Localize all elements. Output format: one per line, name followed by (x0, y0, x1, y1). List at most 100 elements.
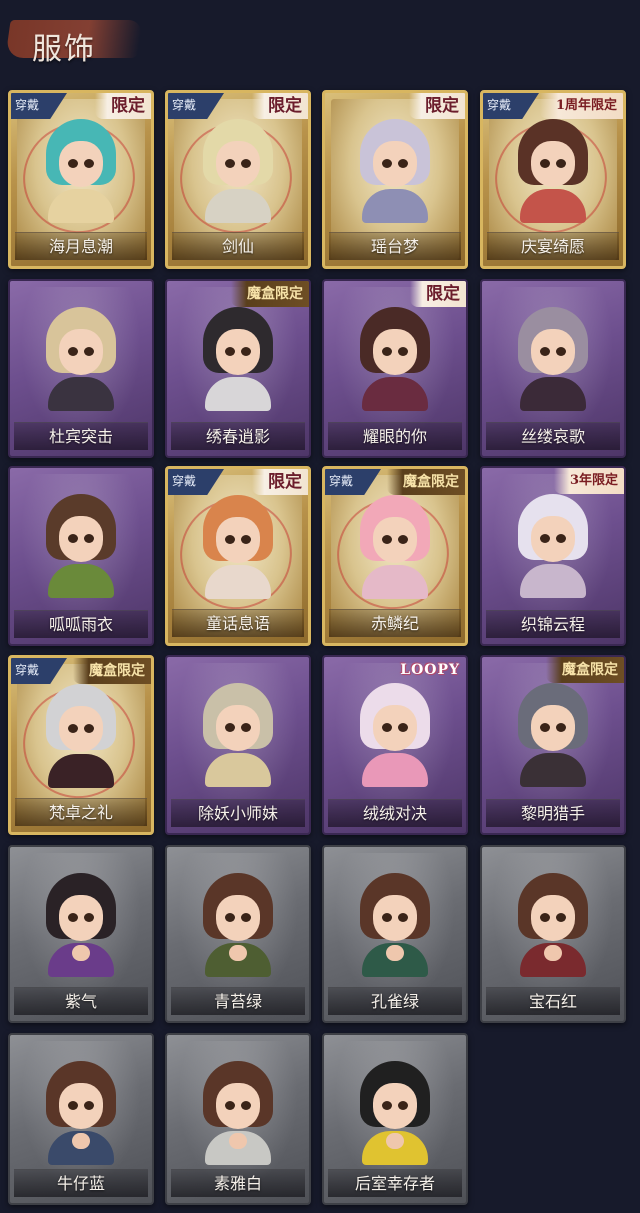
limited-badge: 限定 (409, 93, 465, 119)
portrait-eye (398, 1101, 408, 1110)
portrait-face (373, 895, 417, 941)
outfit-name: 后室幸存者 (328, 1169, 462, 1197)
character-portrait (199, 119, 277, 223)
limited-badge: 魔盒限定 (546, 657, 624, 683)
portrait-eye (84, 347, 94, 356)
portrait-eye (241, 723, 251, 732)
outfit-name: 杜宾突击 (14, 422, 148, 450)
portrait-eye (225, 159, 235, 168)
outfit-card[interactable]: 魔盒限定黎明猎手 (480, 655, 626, 835)
portrait-face (373, 1083, 417, 1129)
portrait-eye (225, 535, 235, 544)
outfit-name: 赤鳞纪 (329, 609, 461, 637)
outfit-card[interactable]: 穿戴 限定 童话息语 (165, 466, 311, 646)
portrait-eye (84, 913, 94, 922)
outfit-card[interactable]: 除妖小师妹 (165, 655, 311, 835)
limited-badge: 魔盒限定 (387, 469, 465, 495)
portrait-hands (386, 945, 404, 961)
portrait-face (531, 895, 575, 941)
portrait-eye (382, 347, 392, 356)
character-portrait (356, 495, 434, 599)
portrait-outfit (48, 564, 114, 598)
outfit-card[interactable]: 穿戴 限定 海月息潮 (8, 90, 154, 269)
outfit-card[interactable]: 孔雀绿 (322, 845, 468, 1023)
outfit-name: 织锦云程 (486, 610, 620, 638)
outfit-card[interactable]: 限定瑶台梦 (322, 90, 468, 269)
portrait-eye (556, 913, 566, 922)
outfit-card[interactable]: 后室幸存者 (322, 1033, 468, 1205)
portrait-outfit (520, 189, 586, 223)
character-portrait (356, 1061, 434, 1165)
portrait-eye (556, 159, 566, 168)
outfit-card[interactable]: 丝缕哀歌 (480, 279, 626, 458)
portrait-outfit (205, 753, 271, 787)
outfit-card[interactable]: LOOPY 绒绒对决 (322, 655, 468, 835)
limited-badge: 魔盒限定 (231, 281, 309, 307)
portrait-face (373, 329, 417, 375)
outfit-page: 服饰 穿戴 限定 海月息潮 穿戴 限定 剑仙 限定 瑶台梦 穿戴 1周年限定 庆宴绮愿 杜宾突击 魔盒限… (0, 0, 640, 1213)
portrait-outfit (48, 377, 114, 411)
portrait-face (59, 706, 103, 752)
outfit-card[interactable]: 紫气 (8, 845, 154, 1023)
limited-badge: 3年限定 (553, 468, 624, 494)
portrait-hands (544, 945, 562, 961)
character-portrait (42, 873, 120, 977)
character-portrait (42, 307, 120, 411)
portrait-eye (225, 723, 235, 732)
portrait-face (373, 141, 417, 187)
outfit-card[interactable]: 穿戴 魔盒限定 赤鳞纪 (322, 466, 468, 646)
portrait-eye (84, 159, 94, 168)
limited-badge: 限定 (252, 469, 308, 495)
portrait-face (59, 141, 103, 187)
outfit-card[interactable]: 牛仔蓝 (8, 1033, 154, 1205)
portrait-eye (382, 913, 392, 922)
portrait-face (531, 141, 575, 187)
outfit-name: 耀眼的你 (328, 422, 462, 450)
portrait-eye (68, 534, 78, 543)
portrait-outfit (205, 565, 271, 599)
outfit-name: 剑仙 (172, 232, 304, 260)
portrait-face (59, 516, 103, 562)
outfit-card[interactable]: 青苔绿 (165, 845, 311, 1023)
section-header: 服饰 (5, 10, 143, 67)
portrait-outfit (520, 564, 586, 598)
outfit-card[interactable]: 宝石红 (480, 845, 626, 1023)
portrait-eye (556, 723, 566, 732)
outfit-name: 黎明猎手 (486, 799, 620, 827)
portrait-outfit (205, 377, 271, 411)
outfit-name: 瑶台梦 (329, 232, 461, 260)
outfit-name: 海月息潮 (15, 232, 147, 260)
outfit-card[interactable]: 素雅白 (165, 1033, 311, 1205)
portrait-eye (398, 723, 408, 732)
portrait-eye (382, 535, 392, 544)
portrait-face (373, 705, 417, 751)
character-portrait (199, 683, 277, 787)
outfit-card[interactable]: 穿戴 限定 剑仙 (165, 90, 311, 269)
portrait-eye (68, 913, 78, 922)
portrait-eye (68, 1101, 78, 1110)
outfit-card[interactable]: 限定 耀眼的你 (322, 279, 468, 458)
outfit-name: 青苔绿 (171, 987, 305, 1015)
portrait-hands (229, 945, 247, 961)
portrait-face (216, 329, 260, 375)
portrait-face (531, 705, 575, 751)
character-portrait (199, 307, 277, 411)
outfit-card[interactable]: 魔盒限定 绣春逍影 (165, 279, 311, 458)
portrait-eye (398, 535, 408, 544)
portrait-face (373, 517, 417, 563)
outfit-card[interactable]: 3年限定织锦云程 (480, 466, 626, 646)
portrait-face (59, 895, 103, 941)
character-portrait (356, 873, 434, 977)
outfit-card[interactable]: 穿戴 魔盒限定 梵卓之礼 (8, 655, 154, 835)
outfit-card[interactable]: 杜宾突击 (8, 279, 154, 458)
character-portrait (514, 873, 592, 977)
portrait-outfit (48, 189, 114, 223)
portrait-eye (241, 347, 251, 356)
outfit-card[interactable]: 呱呱雨衣 (8, 466, 154, 646)
portrait-eye (225, 913, 235, 922)
outfit-card[interactable]: 穿戴 1周年限定 庆宴绮愿 (480, 90, 626, 269)
portrait-eye (398, 159, 408, 168)
limited-badge: LOOPY (400, 662, 460, 678)
portrait-hands (72, 1133, 90, 1149)
character-portrait (199, 1061, 277, 1165)
